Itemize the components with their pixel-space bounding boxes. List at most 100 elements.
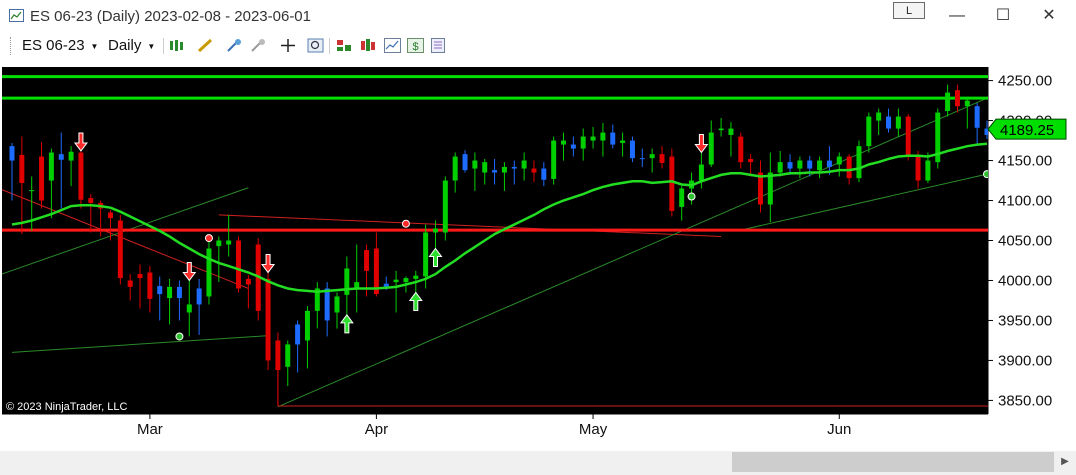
candle-body [728,128,734,135]
candle-body [167,286,173,299]
signal-dot [175,332,184,341]
candle-body [895,116,901,129]
candle-body [29,190,35,192]
y-tick-label: 3900.00 [998,352,1052,369]
candle-body [462,154,468,171]
candle-body [117,220,123,279]
candle-body [216,240,222,247]
interval-label: Daily [108,37,142,54]
toolbar-separator [163,38,164,54]
scroll-right-arrow-icon[interactable]: ▶ [1056,452,1074,472]
candle-body [107,212,113,219]
candle-body [511,166,517,169]
chart-app-icon [9,9,24,22]
chart-panel[interactable]: 4250.004200.004150.004100.004050.004000.… [2,59,1071,447]
candle-body [423,232,429,277]
candle-body [58,154,64,160]
candle-body [610,132,616,145]
candle-body [639,158,645,160]
chart-toolbar: ES 06-23 ▼ Daily ▼ $ [0,33,1076,59]
candle-body [679,188,685,207]
minimize-button[interactable]: — [934,0,980,32]
candle-body [39,156,45,201]
close-button[interactable]: ✕ [1026,0,1072,32]
candle-body [817,160,823,171]
chart-trader-icon[interactable] [360,38,377,53]
candle-body [954,90,960,107]
x-tick-label: Jun [827,421,851,438]
candle-body [265,278,271,361]
candle-body [580,136,586,149]
strategies-icon[interactable] [336,38,353,53]
link-button[interactable]: L [893,2,925,19]
candle-body [964,100,970,107]
candle-body [718,128,724,131]
candle-body [866,116,872,147]
toolbar-grip[interactable] [10,37,13,55]
candle-body [157,286,163,295]
scrollbar-thumb[interactable] [732,452,1054,472]
data-series-icon[interactable] [384,38,401,53]
candle-body [787,162,793,169]
candle-body [915,156,921,181]
chevron-down-icon: ▼ [147,41,156,51]
candle-body [147,272,153,299]
candle-body [9,146,15,161]
candle-body [442,180,448,233]
instrument-dropdown[interactable]: ES 06-23 ▼ [22,37,98,54]
candle-body [561,140,567,145]
candle-body [432,228,438,233]
candle-body [974,106,980,128]
candle-body [620,140,626,143]
y-tick-label: 3850.00 [998,392,1052,409]
add-indicator-icon[interactable] [226,38,243,53]
toolbar-separator [329,38,330,54]
candle-body [137,274,143,279]
plot-background [2,67,988,414]
candle-body [738,136,744,163]
candle-body [649,154,655,159]
candle-body [521,160,527,169]
candle-body [826,160,832,167]
bar-style-icon[interactable] [168,38,185,53]
zoom-icon[interactable] [307,38,324,53]
signal-dot [204,234,213,243]
candle-body [698,164,704,181]
drawing-tool-icon[interactable] [197,38,214,53]
candle-body [186,304,192,313]
properties-icon[interactable] [430,38,447,53]
candle-body [176,286,182,299]
candle-body [482,162,488,173]
y-tick-label: 4250.00 [998,73,1052,90]
price-chart[interactable]: 4250.004200.004150.004100.004050.004000.… [2,59,1071,447]
remove-indicator-icon[interactable] [250,38,267,53]
maximize-button[interactable]: ☐ [980,0,1026,32]
window-title: ES 06-23 (Daily) 2023-02-08 - 2023-06-01 [30,8,311,25]
instrument-label: ES 06-23 [22,37,85,54]
copyright-text: © 2023 NinjaTrader, LLC [6,401,127,413]
money-icon[interactable]: $ [407,38,424,53]
y-tick-label: 3950.00 [998,312,1052,329]
candle-body [88,198,94,203]
candle-body [245,278,251,285]
last-price-label: 4189.25 [1000,122,1054,139]
candle-body [236,240,242,289]
window-titlebar: ES 06-23 (Daily) 2023-02-08 - 2023-06-01… [0,0,1076,32]
candle-body [304,310,310,341]
candle-body [886,116,892,129]
candle-body [570,144,576,149]
horizontal-scrollbar[interactable]: ▶ [0,451,1076,475]
candle-body [600,132,606,141]
candle-body [846,156,852,179]
y-tick-label: 4000.00 [998,272,1052,289]
candle-body [295,324,301,345]
candle-body [807,160,813,169]
candle-body [403,278,409,283]
candle-body [905,116,911,157]
crosshair-icon[interactable] [280,38,297,53]
candle-body [708,132,714,165]
candle-body [206,248,212,297]
candle-body [324,288,330,321]
candle-body [925,160,931,181]
interval-dropdown[interactable]: Daily ▼ [108,37,155,54]
